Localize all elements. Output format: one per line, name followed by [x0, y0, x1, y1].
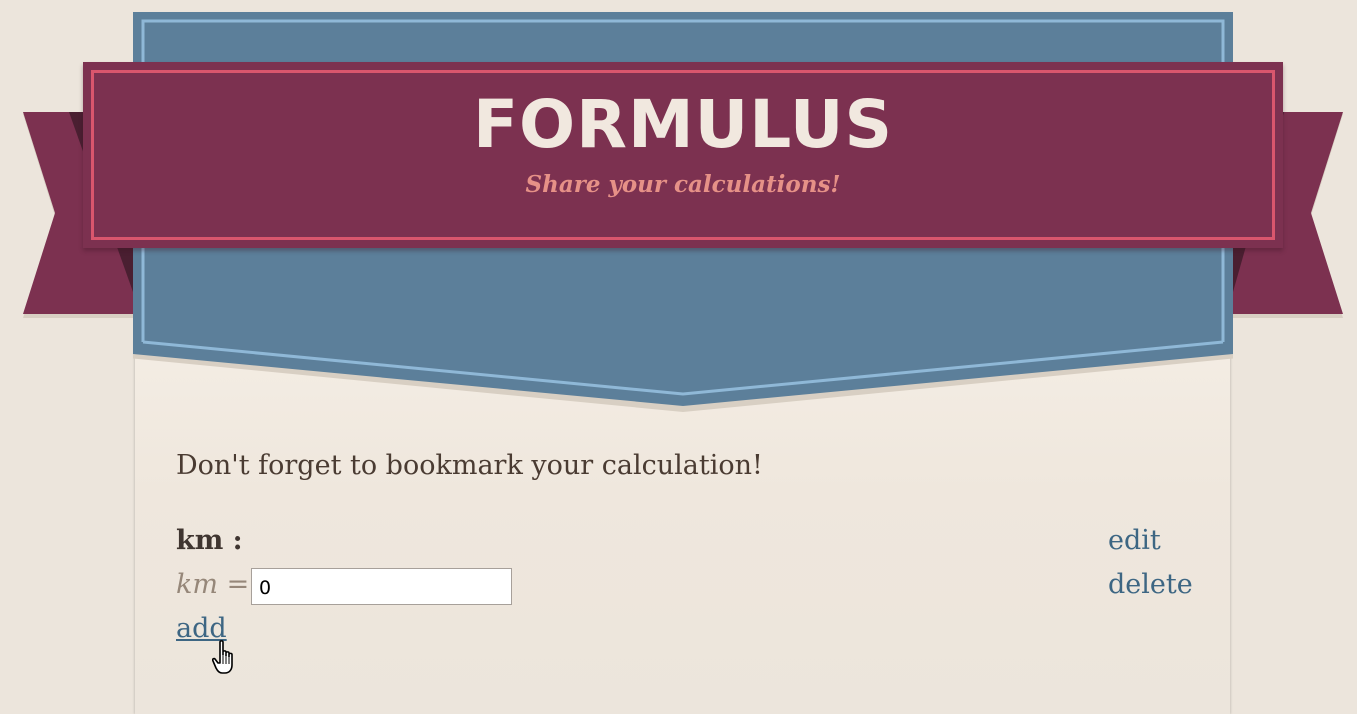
delete-link[interactable]: delete [1108, 569, 1193, 601]
expression-label: km = [176, 569, 249, 601]
equals-sign: = [226, 569, 250, 600]
app-tagline: Share your calculations! [525, 171, 841, 198]
header-ribbon: FORMULUS Share your calculations! [83, 62, 1283, 248]
edit-link[interactable]: edit [1108, 525, 1161, 557]
expression-variable-name: km [176, 569, 218, 600]
hand-pointer-icon [212, 640, 233, 674]
app-title: FORMULUS [472, 86, 894, 163]
expression-input[interactable] [251, 568, 512, 605]
variable-heading: km : [176, 525, 243, 556]
bookmark-notice: Don't forget to bookmark your calculatio… [176, 450, 763, 481]
page: FORMULUS Share your calculations! Don't … [0, 0, 1357, 714]
